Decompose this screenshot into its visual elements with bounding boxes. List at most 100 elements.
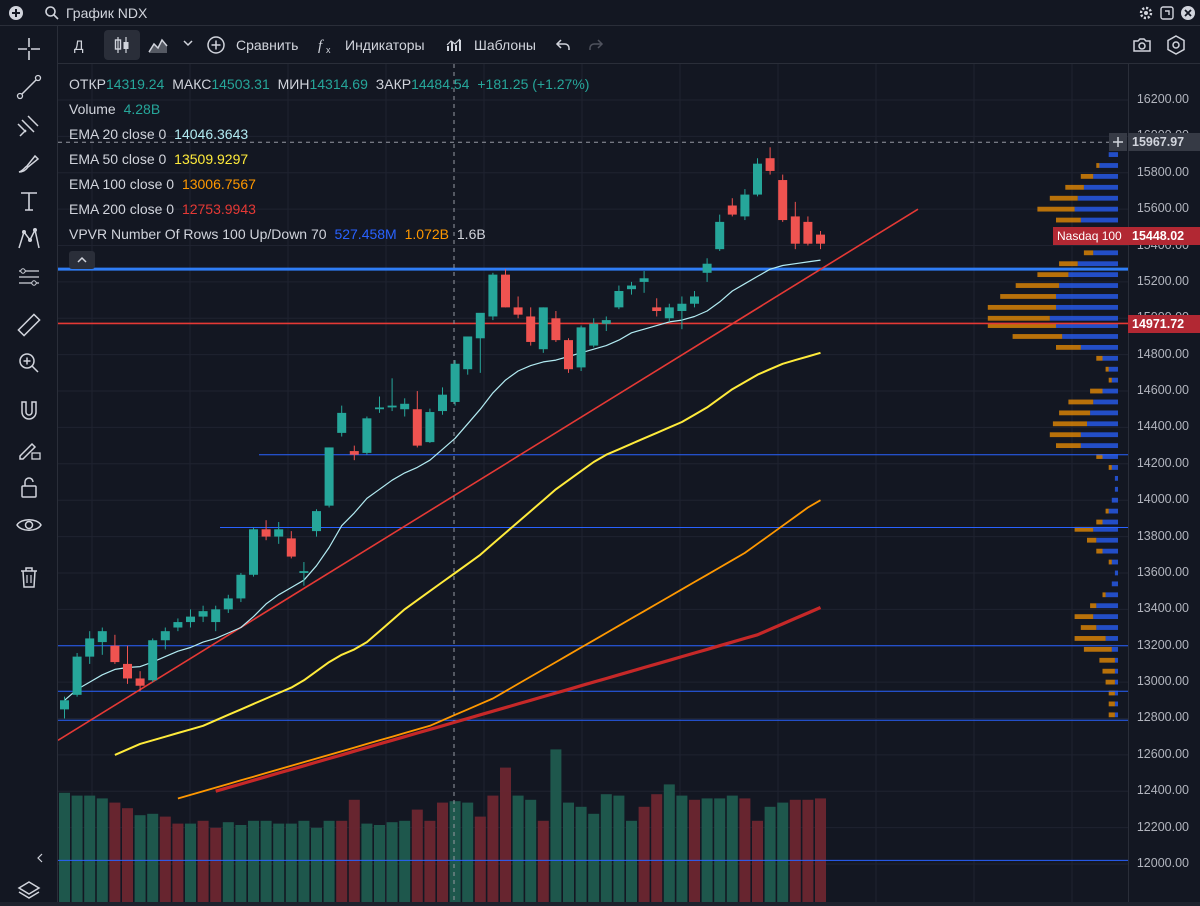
crosshair-plus-button[interactable] xyxy=(1109,133,1127,151)
price-axis-label: 12800.00 xyxy=(1136,710,1189,725)
volume-value: 4.28B xyxy=(123,101,161,117)
volume-bar xyxy=(815,798,826,902)
candles-style-button[interactable] xyxy=(104,30,140,60)
candle-body xyxy=(186,616,195,623)
trend-line-icon[interactable] xyxy=(14,72,44,102)
vpvr-up-bar xyxy=(1087,421,1118,427)
magnet-icon[interactable] xyxy=(14,396,44,426)
interval-button[interactable]: Д xyxy=(74,32,83,58)
compare-plus-icon[interactable] xyxy=(207,36,225,54)
ema20-legend[interactable]: EMA 20 close 0 14046.3643 xyxy=(69,122,593,147)
trash-icon[interactable] xyxy=(14,562,44,592)
price-axis-label: 12400.00 xyxy=(1136,783,1189,798)
templates-icon[interactable] xyxy=(446,37,464,53)
price-axis[interactable]: 16200.0016000.0015800.0015600.0015400.00… xyxy=(1128,64,1200,902)
settings-gear-icon[interactable] xyxy=(1138,5,1154,21)
volume-bar xyxy=(285,823,297,902)
candle-body xyxy=(400,403,410,410)
candle-body xyxy=(753,163,762,195)
popout-window-icon[interactable] xyxy=(1159,5,1175,21)
ema100-legend[interactable]: EMA 100 close 0 13006.7567 xyxy=(69,172,593,197)
vpvr-legend[interactable]: VPVR Number Of Rows 100 Up/Down 70 527.4… xyxy=(69,222,593,247)
volume-legend[interactable]: Volume 4.28B xyxy=(69,97,593,122)
pitchfork-icon[interactable] xyxy=(14,110,44,140)
candle-body xyxy=(425,412,435,443)
volume-bar xyxy=(248,820,259,902)
candle-body xyxy=(438,394,447,412)
compare-button[interactable]: Сравнить xyxy=(236,32,298,58)
vpvr-down-bar xyxy=(1012,334,1063,339)
vpvr-down-bar xyxy=(1096,519,1103,525)
volume-bar xyxy=(752,820,763,902)
unlock-icon[interactable] xyxy=(14,472,44,502)
vpvr-up-bar xyxy=(1111,465,1118,470)
svg-text:x: x xyxy=(326,45,331,55)
price-axis-label: 14800.00 xyxy=(1136,346,1189,361)
last-price-tag: 15448.02 xyxy=(1128,227,1200,245)
add-tab-icon[interactable] xyxy=(8,5,24,21)
price-axis-label: 15800.00 xyxy=(1136,164,1189,179)
text-tool-icon[interactable] xyxy=(14,186,44,216)
eye-icon[interactable] xyxy=(14,510,44,540)
candle-body xyxy=(286,538,296,557)
candle-body xyxy=(501,274,510,308)
candle-body xyxy=(148,640,158,681)
close-value: 14484.54 xyxy=(411,76,470,92)
ema50-legend[interactable]: EMA 50 close 0 13509.9297 xyxy=(69,147,593,172)
volume-bar xyxy=(260,820,272,902)
ema200-legend[interactable]: EMA 200 close 0 12753.9943 xyxy=(69,197,593,222)
candle-body xyxy=(601,320,611,324)
volume-bar xyxy=(726,795,738,902)
vpvr-down-bar xyxy=(1102,668,1115,674)
vpvr-up-bar xyxy=(1056,304,1118,310)
price-axis-label: 13800.00 xyxy=(1136,528,1189,543)
lock-drawings-icon[interactable] xyxy=(14,434,44,464)
search-icon[interactable] xyxy=(44,5,60,21)
chevron-down-icon[interactable] xyxy=(183,40,193,48)
zoom-in-icon[interactable] xyxy=(14,348,44,378)
volume-bar xyxy=(537,820,549,902)
templates-button[interactable]: Шаблоны xyxy=(474,32,536,58)
vpvr-up-bar xyxy=(1099,163,1118,168)
camera-icon[interactable] xyxy=(1132,37,1152,53)
volume-bar xyxy=(563,802,574,902)
candle-body xyxy=(627,285,636,290)
price-axis-label: 12200.00 xyxy=(1136,819,1189,834)
candle-body xyxy=(816,234,825,244)
area-chart-icon[interactable] xyxy=(148,36,168,54)
pattern-icon[interactable] xyxy=(14,224,44,254)
candle-body xyxy=(488,274,498,317)
volume-bar xyxy=(701,798,713,902)
volume-name: Volume xyxy=(69,101,116,117)
vpvr-up-bar xyxy=(1096,537,1118,543)
volume-bar xyxy=(411,809,423,902)
collapse-legend-button[interactable] xyxy=(69,251,95,269)
vpvr-up-bar xyxy=(1114,570,1118,576)
redo-icon[interactable] xyxy=(588,37,604,53)
ruler-icon[interactable] xyxy=(14,310,44,340)
collapse-arrow-icon[interactable] xyxy=(14,848,44,878)
undo-icon[interactable] xyxy=(555,37,571,53)
candle-body xyxy=(173,622,183,628)
volume-bar xyxy=(739,798,751,902)
vpvr-up-bar xyxy=(1083,184,1118,190)
crosshair-icon[interactable] xyxy=(14,34,44,64)
vpvr-up-bar xyxy=(1080,443,1118,449)
ema200-name: EMA 200 close 0 xyxy=(69,201,175,217)
brush-icon[interactable] xyxy=(14,148,44,178)
volume-bar xyxy=(386,822,398,902)
vpvr-down-bar xyxy=(1052,421,1087,427)
close-icon[interactable] xyxy=(1180,5,1196,21)
indicators-fx-icon[interactable]: fx xyxy=(317,35,337,55)
vpvr-up-bar xyxy=(1108,366,1118,372)
vpvr-down-bar xyxy=(1105,366,1109,372)
price-axis-label: 15600.00 xyxy=(1136,201,1189,216)
volume-bar xyxy=(134,815,146,902)
indicators-button[interactable]: Индикаторы xyxy=(345,32,425,58)
candle-body xyxy=(538,307,548,350)
settings-icon[interactable] xyxy=(1166,35,1186,55)
candle-body xyxy=(236,574,246,599)
vpvr-down-bar xyxy=(1000,294,1056,299)
prediction-icon[interactable] xyxy=(14,262,44,292)
volume-bar xyxy=(437,802,448,902)
